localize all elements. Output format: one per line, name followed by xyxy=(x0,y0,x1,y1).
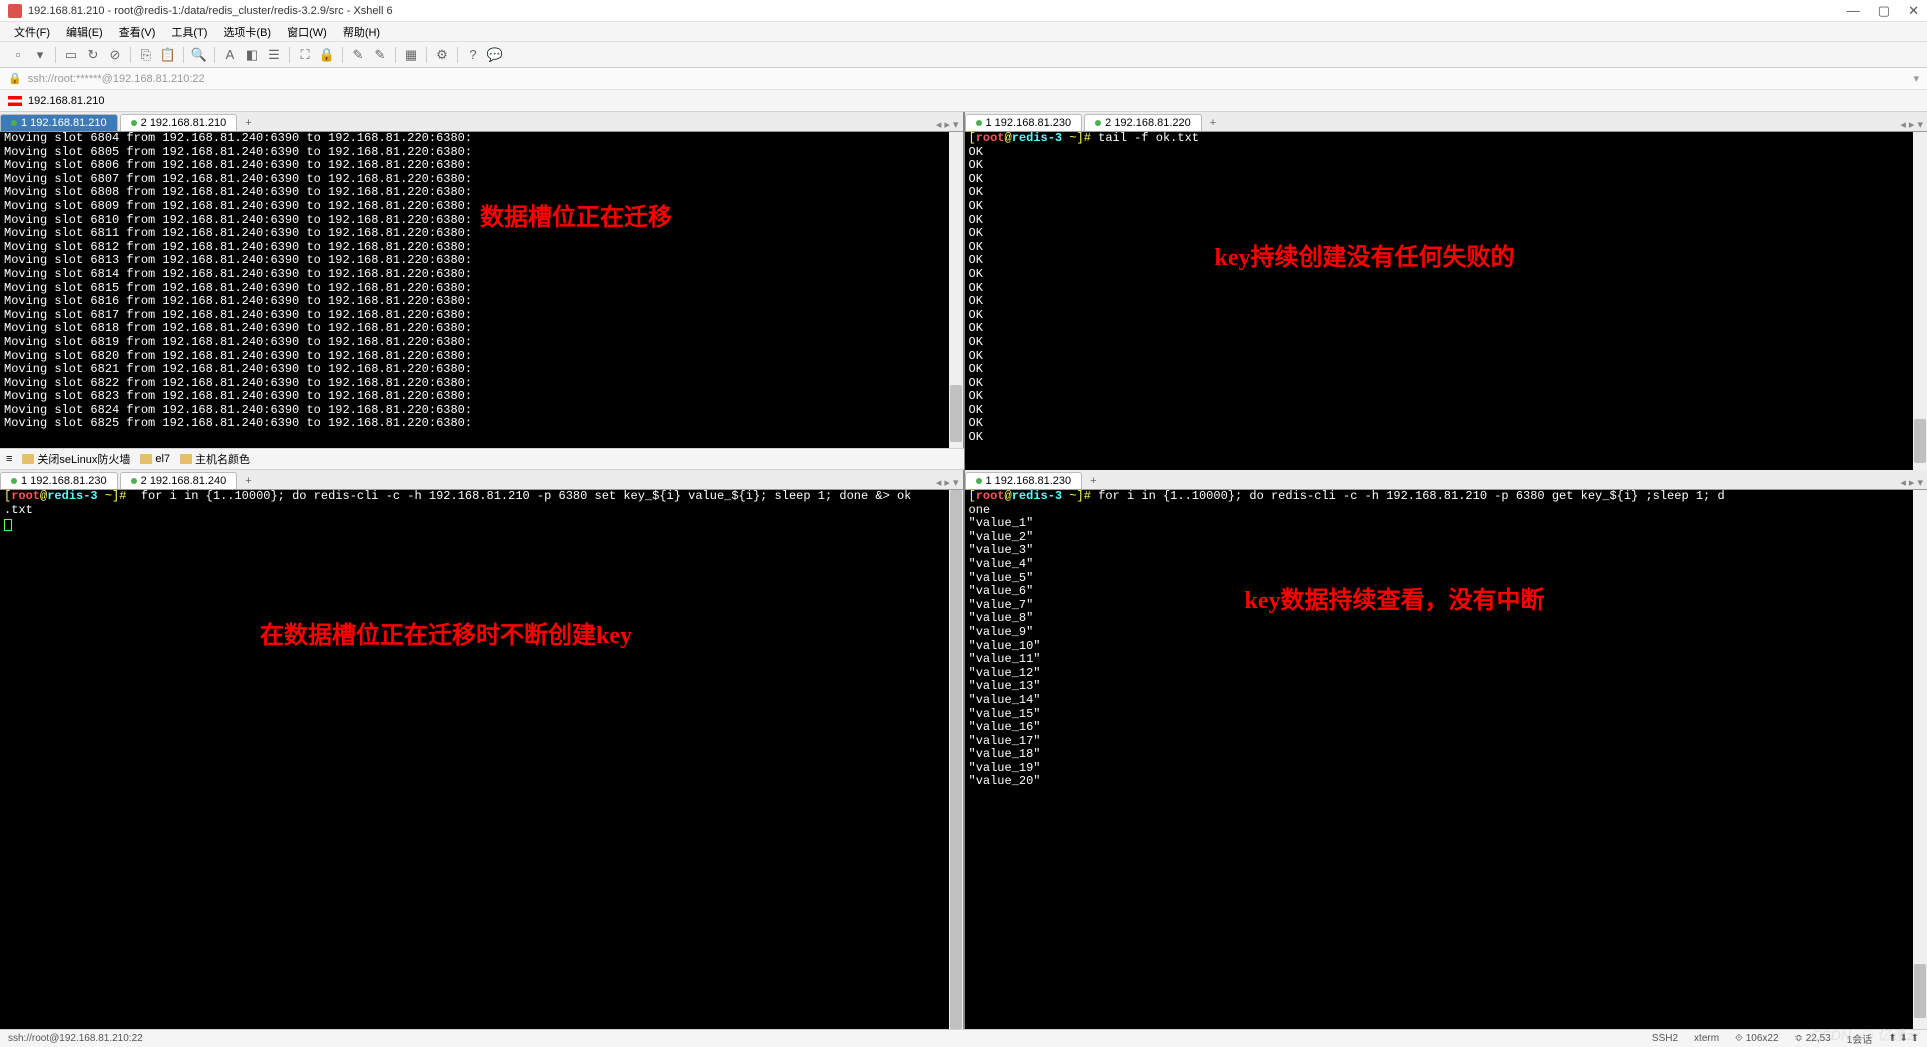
session-tab[interactable]: 1 192.168.81.230 xyxy=(965,114,1083,131)
quick-item[interactable]: el7 xyxy=(140,453,170,465)
scrollbar[interactable] xyxy=(949,132,963,448)
open-button[interactable]: ▭ xyxy=(61,45,81,65)
pane-top-left: 1 192.168.81.2102 192.168.81.210+ ◂ ▸ ▾ M… xyxy=(0,112,964,448)
quick-item[interactable]: 主机名颜色 xyxy=(180,451,250,467)
add-tab-button[interactable]: + xyxy=(239,473,257,489)
edit-file-button[interactable]: ✎ xyxy=(370,45,390,65)
pane-top-right: 1 192.168.81.2302 192.168.81.220+ ◂ ▸ ▾ [… xyxy=(964,112,1927,470)
terminal-bl[interactable]: [root@redis-3 ~]# for i in {1..10000}; d… xyxy=(0,490,963,1029)
window-controls: — ▢ ✕ xyxy=(1847,3,1919,19)
minimize-button[interactable]: — xyxy=(1847,3,1860,19)
chat-button[interactable]: 💬 xyxy=(485,45,505,65)
menu-item[interactable]: 窗口(W) xyxy=(281,22,333,42)
status-bar: ssh://root@192.168.81.210:22 SSH2 xterm … xyxy=(0,1029,1927,1047)
tab-nav-tl[interactable]: ◂ ▸ ▾ xyxy=(936,118,963,131)
tab-nav-bl[interactable]: ◂ ▸ ▾ xyxy=(936,476,963,489)
profile-button[interactable]: ☰ xyxy=(264,45,284,65)
status-ssh: SSH2 xyxy=(1652,1033,1678,1044)
terminal-tr[interactable]: [root@redis-3 ~]# tail -f ok.txt OK OK O… xyxy=(965,132,1927,470)
pane-bottom-right: 1 192.168.81.230+ ◂ ▸ ▾ [root@redis-3 ~]#… xyxy=(964,470,1927,1029)
search-button[interactable]: 🔍 xyxy=(189,45,209,65)
tab-strip-bl: 1 192.168.81.2302 192.168.81.240+ ◂ ▸ ▾ xyxy=(0,470,963,490)
terminal-tl[interactable]: Moving slot 6804 from 192.168.81.240:639… xyxy=(0,132,963,448)
disconnect-button[interactable]: ⊘ xyxy=(105,45,125,65)
scrollbar[interactable] xyxy=(949,490,963,1029)
new-file-button[interactable]: ✎ xyxy=(348,45,368,65)
fullscreen-button[interactable]: ⛶ xyxy=(295,45,315,65)
quick-item[interactable]: 关闭seLinux防火墙 xyxy=(22,451,130,467)
menu-item[interactable]: 帮助(H) xyxy=(337,22,386,42)
status-left: ssh://root@192.168.81.210:22 xyxy=(8,1033,143,1044)
address-dropdown-icon[interactable]: ▾ xyxy=(1913,72,1919,85)
pane-bottom-left: 1 192.168.81.2302 192.168.81.240+ ◂ ▸ ▾ [… xyxy=(0,470,964,1029)
session-tab[interactable]: 1 192.168.81.210 xyxy=(0,114,118,131)
add-tab-button[interactable]: + xyxy=(1204,115,1222,131)
add-tab-button[interactable]: + xyxy=(239,115,257,131)
menu-item[interactable]: 文件(F) xyxy=(8,22,56,42)
lock-button[interactable]: 🔒 xyxy=(317,45,337,65)
title-bar: 192.168.81.210 - root@redis-1:/data/redi… xyxy=(0,0,1927,22)
color-button[interactable]: ◧ xyxy=(242,45,262,65)
status-size: ⟐ 106x22 xyxy=(1735,1033,1778,1044)
menu-item[interactable]: 工具(T) xyxy=(165,22,213,42)
tab-strip-tl: 1 192.168.81.2102 192.168.81.210+ ◂ ▸ ▾ xyxy=(0,112,963,132)
help-button[interactable]: ? xyxy=(463,45,483,65)
dropdown-button[interactable]: ▾ xyxy=(30,45,50,65)
lock-icon: 🔒 xyxy=(8,72,22,85)
session-bar: 192.168.81.210 xyxy=(0,90,1927,112)
scrollbar[interactable] xyxy=(1913,490,1927,1029)
menu-item[interactable]: 选项卡(B) xyxy=(217,22,277,42)
app-icon xyxy=(8,4,22,18)
font-button[interactable]: A xyxy=(220,45,240,65)
tab-nav-tr[interactable]: ◂ ▸ ▾ xyxy=(1900,118,1927,131)
session-tab[interactable]: 1 192.168.81.230 xyxy=(965,472,1083,489)
copy-button[interactable]: ⎘ xyxy=(136,45,156,65)
maximize-button[interactable]: ▢ xyxy=(1878,3,1890,19)
tab-strip-tr: 1 192.168.81.2302 192.168.81.220+ ◂ ▸ ▾ xyxy=(965,112,1927,132)
settings-button[interactable]: ⚙ xyxy=(432,45,452,65)
tab-nav-br[interactable]: ◂ ▸ ▾ xyxy=(1900,476,1927,489)
menu-item[interactable]: 编辑(E) xyxy=(60,22,109,42)
add-tab-button[interactable]: + xyxy=(1084,473,1102,489)
session-name[interactable]: 192.168.81.210 xyxy=(28,95,104,107)
panes-grid: 1 192.168.81.2102 192.168.81.210+◂ ▸ ▾ M… xyxy=(0,112,1927,1029)
address-text: ssh://root:******@192.168.81.210:22 xyxy=(28,73,205,85)
tab-strip-br: 1 192.168.81.230+ ◂ ▸ ▾ xyxy=(965,470,1927,490)
session-tab[interactable]: 1 192.168.81.230 xyxy=(0,472,118,489)
terminal-br[interactable]: [root@redis-3 ~]# for i in {1..10000}; d… xyxy=(965,490,1927,1029)
status-term: xterm xyxy=(1694,1033,1719,1044)
session-tab[interactable]: 2 192.168.81.210 xyxy=(120,114,238,131)
window-title: 192.168.81.210 - root@redis-1:/data/redi… xyxy=(28,5,1847,17)
session-flag-icon xyxy=(8,96,22,106)
reconnect-button[interactable]: ↻ xyxy=(83,45,103,65)
toolbar: ▫ ▾ ▭ ↻ ⊘ ⎘ 📋 🔍 A ◧ ☰ ⛶ 🔒 ✎ ✎ ▦ ⚙ ? 💬 xyxy=(0,42,1927,68)
address-bar[interactable]: 🔒 ssh://root:******@192.168.81.210:22 ▾ xyxy=(0,68,1927,90)
menu-item[interactable]: 查看(V) xyxy=(113,22,162,42)
session-tab[interactable]: 2 192.168.81.240 xyxy=(120,472,238,489)
quick-commands-bar: ≡ 关闭seLinux防火墙 el7 主机名颜色 xyxy=(0,448,964,470)
tile-button[interactable]: ▦ xyxy=(401,45,421,65)
watermark: CSDN ☁ 亿速云 xyxy=(1811,1025,1919,1045)
session-tab[interactable]: 2 192.168.81.220 xyxy=(1084,114,1202,131)
menu-bar: 文件(F)编辑(E)查看(V)工具(T)选项卡(B)窗口(W)帮助(H) xyxy=(0,22,1927,42)
paste-button[interactable]: 📋 xyxy=(158,45,178,65)
close-button[interactable]: ✕ xyxy=(1908,3,1919,19)
quick-menu-icon[interactable]: ≡ xyxy=(6,453,12,465)
new-session-button[interactable]: ▫ xyxy=(8,45,28,65)
scrollbar[interactable] xyxy=(1913,132,1927,470)
